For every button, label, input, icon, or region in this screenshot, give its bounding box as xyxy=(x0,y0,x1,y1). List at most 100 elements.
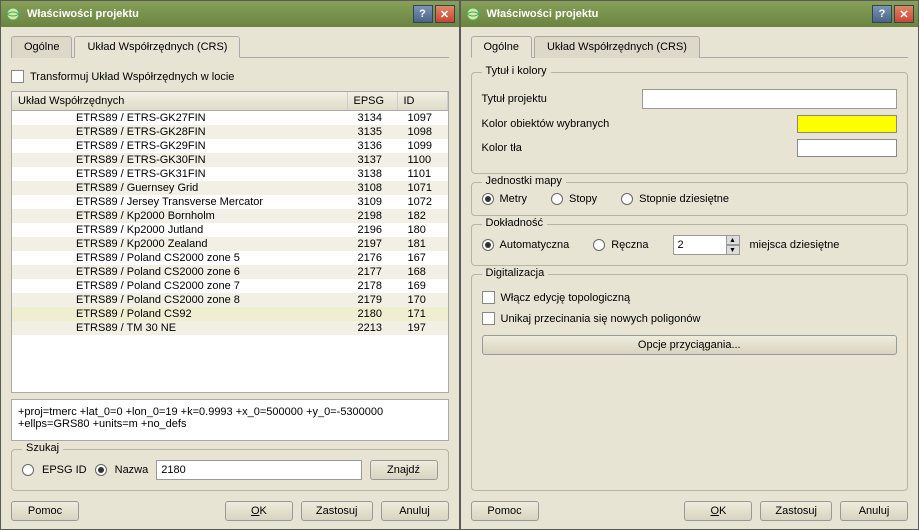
cell-id: 167 xyxy=(402,251,448,265)
table-row[interactable]: ETRS89 / Guernsey Grid31081071 xyxy=(12,181,448,195)
label-sel-color: Kolor obiektów wybranych xyxy=(482,118,642,130)
table-row[interactable]: ETRS89 / Poland CS2000 zone 72178169 xyxy=(12,279,448,293)
table-row[interactable]: ETRS89 / Poland CS2000 zone 62177168 xyxy=(12,265,448,279)
cell-epsg: 2213 xyxy=(352,321,402,335)
th-epsg[interactable]: EPSG xyxy=(348,92,398,110)
table-body[interactable]: ETRS89 / ETRS-GK27FIN31341097ETRS89 / ET… xyxy=(12,111,448,392)
cell-epsg: 2177 xyxy=(352,265,402,279)
radio-feet[interactable] xyxy=(551,193,563,205)
project-title-input[interactable] xyxy=(642,89,898,109)
table-header: Układ Współrzędnych EPSG ID xyxy=(12,92,448,111)
label-avoid-intersect: Unikaj przecinania się nowych poligonów xyxy=(501,313,701,325)
selection-color-swatch[interactable] xyxy=(797,115,897,133)
background-color-swatch[interactable] xyxy=(797,139,897,157)
cell-name: ETRS89 / Poland CS2000 zone 5 xyxy=(12,251,352,265)
search-legend: Szukaj xyxy=(22,442,63,454)
table-row[interactable]: ETRS89 / ETRS-GK30FIN31371100 xyxy=(12,153,448,167)
spin-up-icon[interactable]: ▲ xyxy=(726,235,740,245)
cell-id: 170 xyxy=(402,293,448,307)
radio-manual[interactable] xyxy=(593,239,605,251)
digitizing-group: Digitalizacja Włącz edycję topologiczną … xyxy=(471,274,909,491)
th-id[interactable]: ID xyxy=(398,92,448,110)
cell-id: 1098 xyxy=(402,125,448,139)
table-row[interactable]: ETRS89 / ETRS-GK28FIN31351098 xyxy=(12,125,448,139)
decimal-places-input[interactable] xyxy=(673,235,727,255)
cell-name: ETRS89 / Poland CS2000 zone 7 xyxy=(12,279,352,293)
snap-options-button[interactable]: Opcje przyciągania... xyxy=(482,335,898,355)
help-button[interactable]: Pomoc xyxy=(471,501,539,521)
cell-name: ETRS89 / TM 30 NE xyxy=(12,321,352,335)
table-row[interactable]: ETRS89 / Poland CS2000 zone 82179170 xyxy=(12,293,448,307)
cell-id: 182 xyxy=(402,209,448,223)
help-titlebutton[interactable]: ? xyxy=(872,5,892,23)
cell-id: 1101 xyxy=(402,167,448,181)
label-decimal: Stopnie dziesiętne xyxy=(639,193,729,205)
cell-id: 171 xyxy=(402,307,448,321)
titlebar[interactable]: Właściwości projektu ? ✕ xyxy=(461,1,919,27)
radio-meters[interactable] xyxy=(482,193,494,205)
table-row[interactable]: ETRS89 / Kp2000 Zealand2197181 xyxy=(12,237,448,251)
ok-button[interactable]: OK xyxy=(225,501,293,521)
table-row[interactable]: ETRS89 / Jersey Transverse Mercator31091… xyxy=(12,195,448,209)
table-row[interactable]: ETRS89 / Poland CS922180171 xyxy=(12,307,448,321)
cell-epsg: 3134 xyxy=(352,111,402,125)
search-group: Szukaj EPSG ID Nazwa Znajdź xyxy=(11,449,449,491)
cell-epsg: 3109 xyxy=(352,195,402,209)
close-titlebutton[interactable]: ✕ xyxy=(435,5,455,23)
avoid-intersect-checkbox[interactable] xyxy=(482,312,495,325)
help-button[interactable]: Pomoc xyxy=(11,501,79,521)
cell-epsg: 3135 xyxy=(352,125,402,139)
decimal-places-spinner[interactable]: ▲ ▼ xyxy=(673,235,740,255)
cell-name: ETRS89 / Poland CS2000 zone 8 xyxy=(12,293,352,307)
table-row[interactable]: ETRS89 / ETRS-GK27FIN31341097 xyxy=(12,111,448,125)
cell-name: ETRS89 / Poland CS92 xyxy=(12,307,352,321)
dialog-general: Właściwości projektu ? ✕ Ogólne Układ Ws… xyxy=(460,0,919,530)
tab-general[interactable]: Ogólne xyxy=(471,36,532,58)
close-titlebutton[interactable]: ✕ xyxy=(894,5,914,23)
topo-edit-checkbox[interactable] xyxy=(482,291,495,304)
help-titlebutton[interactable]: ? xyxy=(413,5,433,23)
cell-id: 181 xyxy=(402,237,448,251)
radio-epsg[interactable] xyxy=(22,464,34,476)
radio-decimal[interactable] xyxy=(621,193,633,205)
cell-epsg: 2197 xyxy=(352,237,402,251)
cell-name: ETRS89 / ETRS-GK27FIN xyxy=(12,111,352,125)
radio-name[interactable] xyxy=(95,464,107,476)
find-button[interactable]: Znajdź xyxy=(370,460,438,480)
cancel-button[interactable]: Anuluj xyxy=(840,501,908,521)
apply-button[interactable]: Zastosuj xyxy=(760,501,832,521)
spin-down-icon[interactable]: ▼ xyxy=(726,245,740,255)
tab-crs[interactable]: Układ Współrzędnych (CRS) xyxy=(534,36,700,58)
table-row[interactable]: ETRS89 / ETRS-GK31FIN31381101 xyxy=(12,167,448,181)
cell-id: 1097 xyxy=(402,111,448,125)
dialog-crs: Właściwości projektu ? ✕ Ogólne Układ Ws… xyxy=(0,0,460,530)
table-row[interactable]: ETRS89 / Kp2000 Bornholm2198182 xyxy=(12,209,448,223)
tab-general[interactable]: Ogólne xyxy=(11,36,72,58)
cell-name: ETRS89 / Guernsey Grid xyxy=(12,181,352,195)
table-row[interactable]: ETRS89 / TM 30 NE2213197 xyxy=(12,321,448,335)
transform-checkbox[interactable] xyxy=(11,70,24,83)
tab-crs[interactable]: Układ Współrzędnych (CRS) xyxy=(74,36,240,58)
window-title: Właściwości projektu xyxy=(27,8,411,20)
search-input[interactable] xyxy=(156,460,361,480)
cell-epsg: 2176 xyxy=(352,251,402,265)
th-name[interactable]: Układ Współrzędnych xyxy=(12,92,348,110)
radio-auto[interactable] xyxy=(482,239,494,251)
titlebar[interactable]: Właściwości projektu ? ✕ xyxy=(1,1,459,27)
cell-epsg: 3136 xyxy=(352,139,402,153)
table-row[interactable]: ETRS89 / Kp2000 Jutland2196180 xyxy=(12,223,448,237)
legend-title-colors: Tytuł i kolory xyxy=(482,65,551,77)
cell-epsg: 2180 xyxy=(352,307,402,321)
table-row[interactable]: ETRS89 / ETRS-GK29FIN31361099 xyxy=(12,139,448,153)
cell-name: ETRS89 / ETRS-GK29FIN xyxy=(12,139,352,153)
cell-id: 1071 xyxy=(402,181,448,195)
cell-epsg: 2179 xyxy=(352,293,402,307)
cancel-button[interactable]: Anuluj xyxy=(381,501,449,521)
ok-button[interactable]: OK xyxy=(684,501,752,521)
transform-checkbox-row: Transformuj Układ Współrzędnych w locie xyxy=(11,70,449,83)
crs-table: Układ Współrzędnych EPSG ID ETRS89 / ETR… xyxy=(11,91,449,393)
cell-id: 1072 xyxy=(402,195,448,209)
legend-units: Jednostki mapy xyxy=(482,175,566,187)
table-row[interactable]: ETRS89 / Poland CS2000 zone 52176167 xyxy=(12,251,448,265)
apply-button[interactable]: Zastosuj xyxy=(301,501,373,521)
